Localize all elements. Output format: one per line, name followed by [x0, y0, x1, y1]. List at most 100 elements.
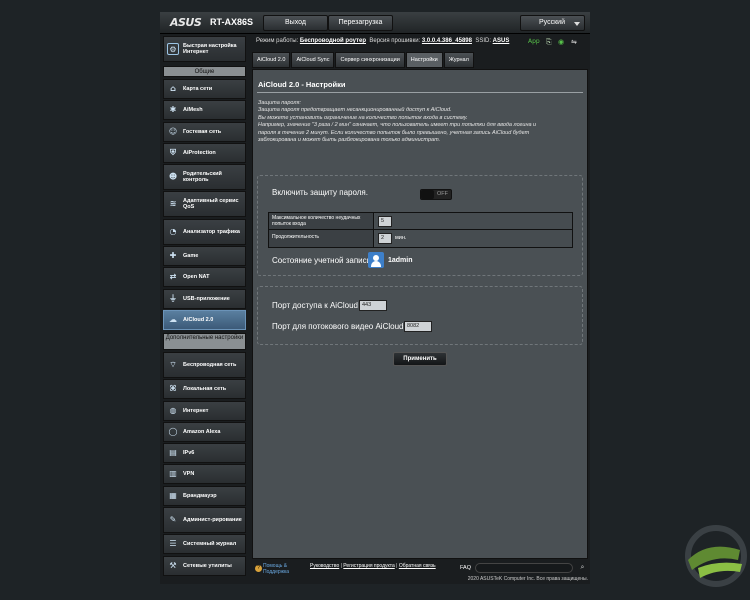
firewall-icon: ▦	[169, 490, 177, 500]
sidebar-item-label: Amazon Alexa	[183, 428, 221, 435]
operation-mode-link[interactable]: Беспроводной роутер	[300, 38, 366, 44]
status-bar: Режим работы: Беспроводной роутер Версия…	[252, 36, 588, 48]
description-line: Вы можете установить ограничение на коли…	[258, 114, 468, 121]
toggle-knob	[421, 190, 434, 199]
aimesh-icon: ✱	[169, 105, 177, 115]
tab-log[interactable]: Журнал	[443, 52, 474, 68]
sidebar-item-network-map[interactable]: ⌂ Карта сети	[163, 79, 246, 99]
sidebar-item-label: Быстрая настройка Интернет	[183, 43, 237, 55]
sidebar-item-label: Сетевые утилиты	[183, 562, 232, 569]
sidebar-item-label: Брандмауэр	[183, 492, 217, 499]
sidebar-item-label: Локальная сеть	[183, 386, 227, 393]
sidebar-item-system-log[interactable]: ☰ Системный журнал	[163, 534, 246, 555]
sidebar-item-aimesh[interactable]: ✱ AiMesh	[163, 100, 246, 121]
password-protection-toggle[interactable]: OFF	[420, 189, 452, 200]
usb-icon: ⏚	[169, 293, 177, 303]
sidebar-item-label: Гостевая сеть	[183, 128, 222, 135]
firmware-link[interactable]: 3.0.0.4.386_45898	[422, 38, 472, 44]
internet-status-icon[interactable]: ◉	[558, 37, 564, 47]
logout-button[interactable]: Выход	[263, 15, 328, 31]
sidebar-item-cloud[interactable]: ☁ AiCloud 2.0	[163, 309, 246, 330]
sidebar-section-advanced: Дополнительные настройки	[163, 332, 246, 350]
tab-aicloud[interactable]: AiCloud 2.0	[252, 52, 291, 68]
top-bar: ASUS RT-AX86S Выход Перезагрузка Русский	[160, 12, 590, 34]
duration-unit: мин.	[395, 235, 407, 241]
alexa-icon: ◯	[168, 426, 178, 436]
parental-control-icon: ☻	[168, 172, 178, 182]
app-icon[interactable]: App	[528, 37, 540, 47]
tab-settings[interactable]: Настройки	[405, 52, 443, 68]
sidebar-item-quick-setup[interactable]: ⚙ Быстрая настройка Интернет	[163, 36, 246, 62]
feedback-link[interactable]: Обратная связь	[399, 563, 436, 569]
register-link[interactable]: Регистрация продукта	[343, 563, 394, 569]
sidebar-item-qos[interactable]: ≋ Адаптивный сервис QoS	[163, 191, 246, 218]
account-user: 1admin	[388, 257, 413, 264]
stream-port-label: Порт для потокового видео AiCloud	[272, 322, 404, 331]
user-icon	[368, 252, 384, 268]
tab-bar: AiCloud 2.0 AiCloud Sync Сервер синхрони…	[252, 52, 475, 68]
search-icon[interactable]: ⌕	[578, 563, 587, 572]
sidebar-item-label: AiMesh	[183, 107, 203, 114]
sidebar-item-label: USB-приложение	[183, 295, 230, 302]
tab-sync-server[interactable]: Сервер синхронизации	[335, 52, 405, 68]
language-select[interactable]: Русский	[520, 15, 585, 31]
toggle-state-label: OFF	[437, 191, 448, 197]
enable-protection-label: Включить защиту пароля.	[272, 188, 368, 197]
sidebar-item-parental-control[interactable]: ☻ Родительский контроль	[163, 164, 246, 191]
stream-port-input[interactable]: 8082	[404, 321, 432, 332]
sidebar-item-label: Game	[183, 253, 199, 260]
help-icon: ?	[255, 565, 262, 572]
sidebar-item-firewall[interactable]: ▦ Брандмауэр	[163, 485, 246, 506]
sidebar-item-label: Беспроводная сеть	[183, 361, 237, 368]
max-attempts-input[interactable]: 5	[378, 216, 392, 227]
description-line: заблокирована и может быть разблокирован…	[258, 137, 441, 144]
usb-status-icon[interactable]: ⇋	[571, 37, 577, 47]
sidebar-item-vpn[interactable]: ▥ VPN	[163, 464, 246, 485]
sidebar-item-label: Родительский контроль	[183, 171, 222, 184]
ssid-link[interactable]: ASUS	[493, 38, 510, 44]
cloud-icon: ☁	[169, 314, 177, 324]
sidebar-item-usb[interactable]: ⏚ USB-приложение	[163, 288, 246, 309]
wireless-icon: ⌔	[169, 359, 177, 369]
sidebar-item-wireless[interactable]: ⌔ Беспроводная сеть	[163, 351, 246, 378]
router-admin-window: ASUS RT-AX86S Выход Перезагрузка Русский…	[160, 12, 590, 584]
sidebar-item-guest-network[interactable]: ☺ Гостевая сеть	[163, 121, 246, 142]
manual-link[interactable]: Руководство	[310, 563, 339, 569]
reboot-button[interactable]: Перезагрузка	[328, 15, 393, 31]
sidebar-item-gamepad[interactable]: ✚ Game	[163, 246, 246, 267]
help-support-link[interactable]: Помощь & Поддержка	[263, 563, 289, 575]
footer-links: Руководство | Регистрация продукта | Обр…	[310, 563, 436, 569]
lan-icon: ⌘	[169, 384, 177, 394]
shield-icon: ⛨	[170, 147, 176, 157]
sidebar-item-alexa[interactable]: ◯ Amazon Alexa	[163, 421, 246, 442]
sidebar-item-open-nat[interactable]: ⇄ Open NAT	[163, 267, 246, 288]
protection-table: Максимальное количество неудачных попыто…	[268, 212, 573, 248]
duration-input[interactable]: 2	[378, 233, 392, 244]
sidebar-item-globe[interactable]: ◍ Интернет	[163, 400, 246, 421]
sidebar-item-ipv6[interactable]: ▤ IPv6	[163, 443, 246, 464]
sidebar-item-administration[interactable]: ✎ Админист-рирование	[163, 507, 246, 534]
apply-button[interactable]: Применить	[393, 352, 447, 366]
wan-status-icon[interactable]: ⎘	[546, 37, 552, 47]
administration-icon: ✎	[169, 515, 177, 525]
sidebar-item-lan[interactable]: ⌘ Локальная сеть	[163, 379, 246, 400]
description-line: пароля в течение 2 минут. Если количеств…	[258, 129, 530, 136]
access-port-input[interactable]: 443	[359, 300, 387, 311]
sidebar-item-label: Интернет	[183, 407, 209, 414]
tab-aicloud-sync[interactable]: AiCloud Sync	[291, 52, 335, 68]
access-port-label: Порт доступа к AiCloud	[272, 301, 358, 310]
sidebar-item-label: Системный журнал	[183, 541, 237, 548]
duration-cell: 2 мин.	[375, 230, 572, 247]
password-protection-section: Включить защиту пароля. OFF Максимальное…	[257, 175, 583, 276]
system-log-icon: ☰	[169, 539, 177, 549]
sidebar-item-shield[interactable]: ⛨ AiProtection	[163, 142, 246, 163]
gamepad-icon: ✚	[169, 251, 177, 261]
chevron-down-icon	[574, 22, 580, 26]
sidebar-item-traffic-analyzer[interactable]: ◔ Анализатор трафика	[163, 218, 246, 245]
sidebar-item-network-tools[interactable]: ⚒ Сетевые утилиты	[163, 555, 246, 576]
faq-search-input[interactable]	[475, 563, 573, 573]
sidebar-item-label: Карта сети	[183, 86, 213, 92]
sidebar-item-label: Адаптивный сервис QoS	[183, 198, 239, 211]
table-row: Продолжительность 2 мин.	[269, 230, 572, 247]
ssid-label: SSID:	[475, 38, 491, 44]
